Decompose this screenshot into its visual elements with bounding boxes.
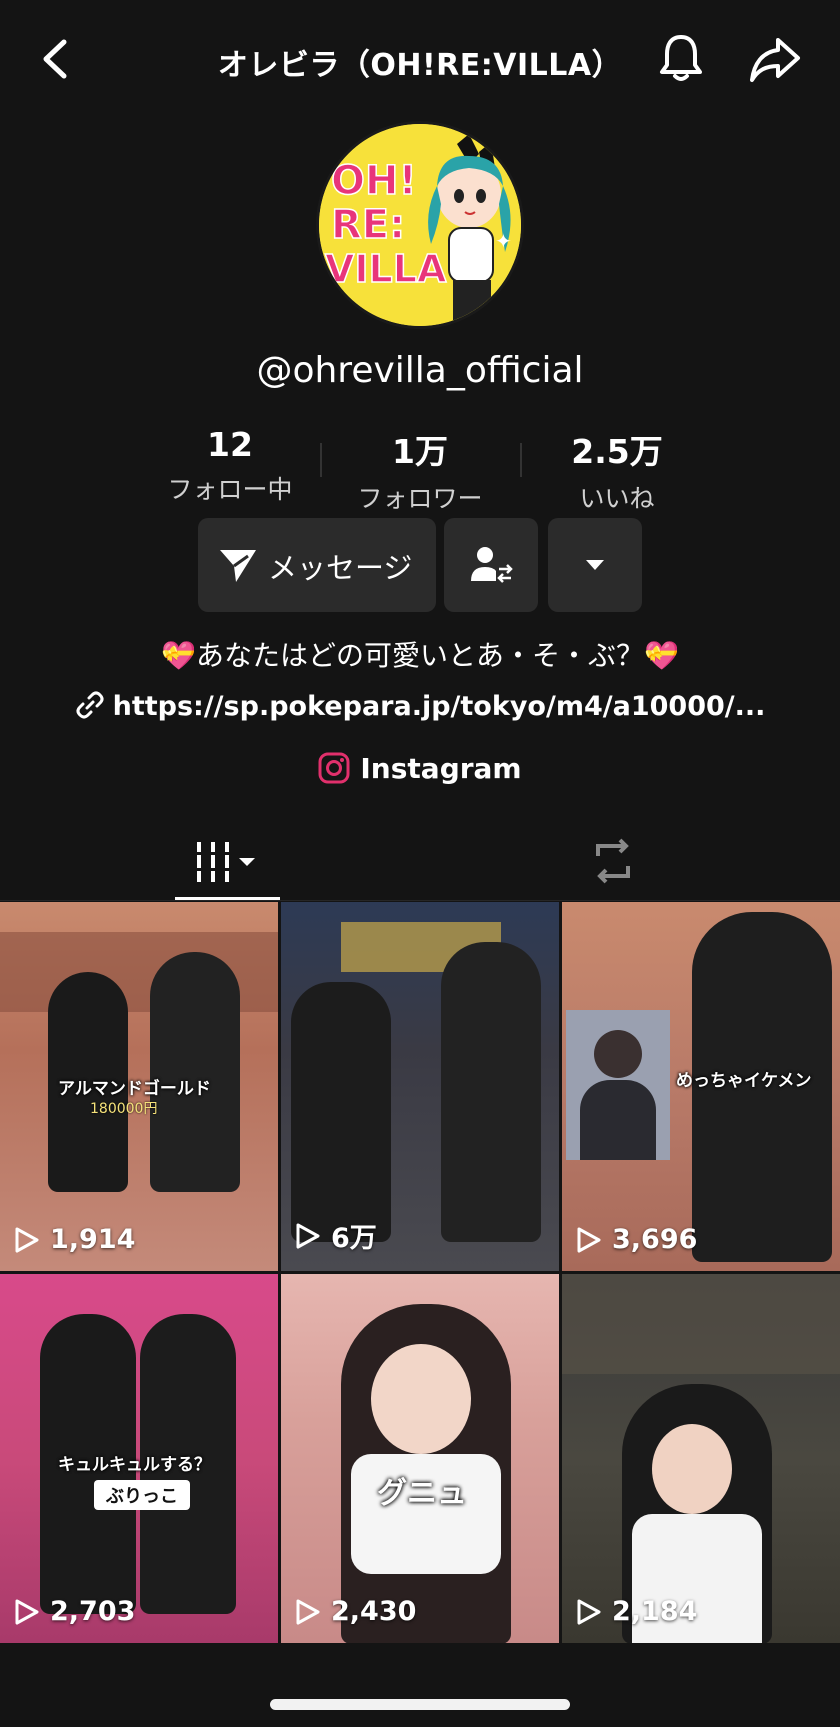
more-options-button[interactable] [548,518,642,612]
play-icon [577,1599,601,1624]
message-button[interactable]: メッセージ [198,518,436,612]
followers-label: フォロワー [357,484,483,513]
action-buttons: メッセージ [0,518,840,612]
brand-logo-image: OH! RE: VILLA ✦ [319,124,521,326]
profile-stats: 12 フォロー中 1万 フォロワー 2.5万 いいね [140,425,700,513]
send-icon [220,550,256,582]
video-thumbnail[interactable]: キュルキュルする？ ぶりっこ 2,703 [0,1274,278,1643]
stat-following[interactable]: 12 フォロー中 [140,425,320,506]
grid-icon [195,842,255,882]
face-image [652,1424,732,1514]
play-icon [296,1599,320,1624]
street-background-image [562,1274,840,1374]
following-label: フォロー中 [167,475,293,504]
video-caption: キュルキュルする？ [58,1455,211,1475]
add-friend-button[interactable] [444,518,538,612]
video-thumbnail[interactable]: 2,184 [562,1274,840,1643]
home-indicator[interactable] [270,1699,570,1710]
person-image [441,942,541,1242]
profile-bio: 💝あなたはどの可愛いとあ・そ・ぶ？💝 [161,639,679,672]
caret-down-icon [586,560,604,570]
user-swap-icon [471,547,513,583]
svg-text:✦: ✦ [495,229,512,253]
stat-followers[interactable]: 1万 フォロワー [330,425,510,515]
back-arrow-icon[interactable] [36,36,76,82]
bell-icon[interactable] [656,32,706,84]
followers-count: 1万 [392,432,448,471]
tabs-divider [0,900,840,901]
instagram-label: Instagram [360,752,522,785]
likes-label: いいね [579,484,655,513]
view-count: 2,703 [14,1596,135,1627]
logo-text: OH! [331,158,417,204]
video-thumbnail[interactable]: めっちゃイケメン 3,696 [562,902,840,1271]
view-count: 6万 [295,1216,377,1255]
play-icon [577,1227,601,1252]
link-icon [76,691,104,719]
person-image [150,952,240,1192]
view-count: 2,430 [295,1596,416,1627]
content-tabs [0,820,840,900]
video-thumbnail[interactable]: グニュ 2,430 [281,1274,559,1643]
svg-text:VILLA: VILLA [325,247,447,291]
svg-text:RE:: RE: [331,202,405,248]
inset-photo-image [566,1010,670,1160]
view-count: 1,914 [14,1224,135,1255]
video-thumbnail[interactable]: 6万 [281,902,559,1271]
person-image [291,982,391,1242]
play-icon [296,1223,320,1248]
play-icon [15,1227,39,1252]
tab-videos[interactable] [175,830,280,900]
page-title: オレビラ（OH!RE:VILLA） [217,48,623,83]
tab-reposts[interactable] [588,836,638,886]
profile-link-text: https://sp.pokepara.jp/tokyo/m4/a10000/.… [112,691,766,722]
message-button-label: メッセージ [268,551,413,585]
avatar[interactable]: OH! RE: VILLA ✦ [316,121,524,329]
profile-link[interactable]: https://sp.pokepara.jp/tokyo/m4/a10000/.… [0,690,840,722]
video-thumbnail[interactable]: アルマンドゴールド 180000円 1,914 [0,902,278,1271]
username-handle: @ohrevilla_official [256,350,584,391]
face-image [371,1344,471,1454]
following-count: 12 [207,425,253,464]
bottom-bar [0,1645,840,1727]
likes-count: 2.5万 [571,432,663,471]
view-count: 3,696 [576,1224,697,1255]
video-caption: グニュ [377,1476,467,1511]
instagram-link[interactable]: Instagram [0,752,840,785]
video-caption: めっちゃイケメン [676,1071,812,1091]
video-caption: アルマンドゴールド [58,1079,211,1099]
play-icon [15,1599,39,1624]
stat-divider [520,443,522,477]
video-subcaption: 180000円 [90,1101,158,1117]
stat-divider [320,443,322,477]
instagram-icon [318,752,350,784]
video-tag-pill: ぶりっこ [94,1480,190,1510]
view-count: 2,184 [576,1596,697,1627]
top-bar: オレビラ（OH!RE:VILLA） [0,0,840,115]
share-icon[interactable] [748,34,802,84]
repost-icon [596,838,630,884]
stat-likes[interactable]: 2.5万 いいね [527,425,707,515]
